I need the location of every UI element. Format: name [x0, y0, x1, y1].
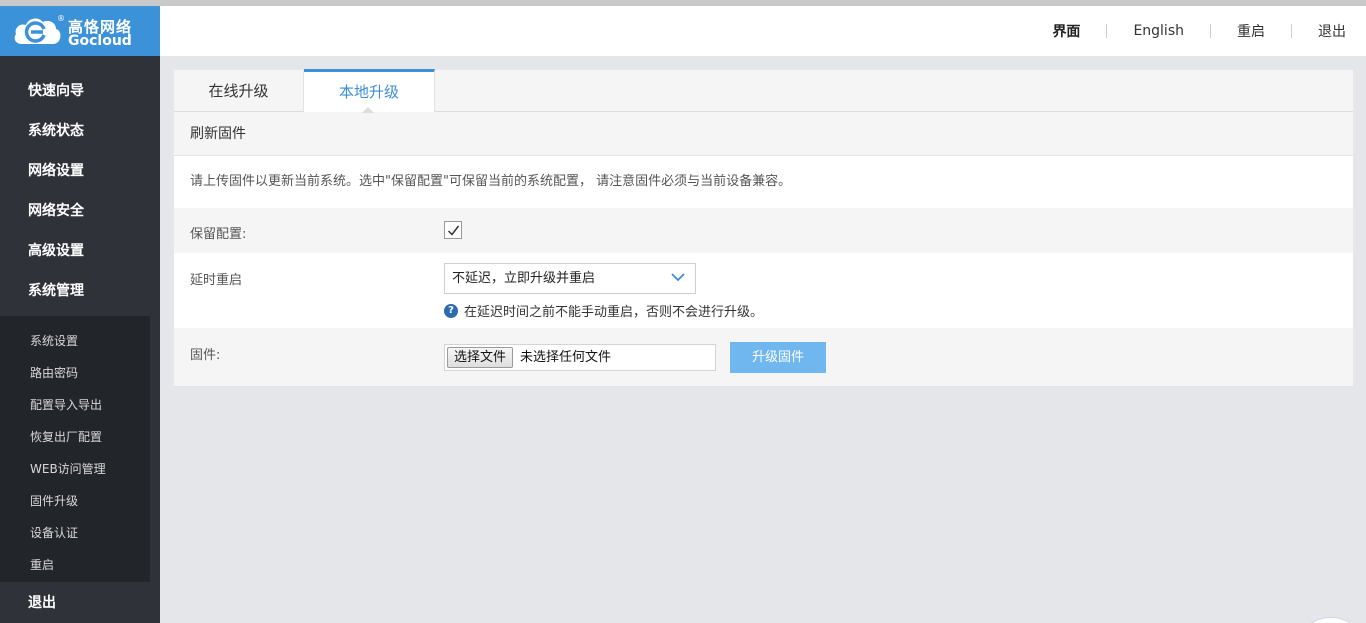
brand-name-en: Gocloud	[68, 33, 132, 49]
top-header: 界面 English 重启 退出	[160, 6, 1366, 56]
submenu-item-device-auth[interactable]: 设备认证	[0, 517, 150, 549]
checkmark-icon	[447, 225, 460, 236]
tab-bar: 在线升级 本地升级	[174, 69, 1353, 113]
sidebar-item-quick-wizard[interactable]: 快速向导	[0, 71, 160, 111]
delay-reboot-label: 延时重启	[190, 273, 243, 288]
brand-logo[interactable]: ® 高恪网络 Gocloud	[0, 6, 160, 56]
submenu-item-system-settings[interactable]: 系统设置	[0, 325, 150, 357]
tab-local-upgrade-label: 本地升级	[338, 83, 399, 101]
registered-mark: ®	[57, 14, 65, 23]
sidebar: 快速向导 系统状态 网络设置 网络安全 高级设置 系统管理 系统设置 路由密码 …	[0, 56, 160, 623]
firmware-panel: 在线升级 本地升级 刷新固件 请上传固件以更新当前系统。选中"保留配置"可保留当…	[173, 69, 1354, 386]
upgrade-firmware-button[interactable]: 升级固件	[730, 342, 826, 373]
sidebar-item-advanced-settings[interactable]: 高级设置	[0, 231, 160, 271]
delay-hint-text: 在延迟时间之前不能手动重启，否则不会进行升级。	[464, 305, 764, 320]
corner-widget[interactable]	[1306, 617, 1356, 623]
keep-config-row: 保留配置:	[174, 208, 1353, 253]
nav-logout[interactable]: 退出	[1292, 21, 1346, 41]
tab-online-upgrade[interactable]: 在线升级	[174, 70, 304, 112]
sidebar-item-logout[interactable]: 退出	[0, 583, 160, 623]
upload-notice: 请上传固件以更新当前系统。选中"保留配置"可保留当前的系统配置， 请注意固件必须…	[174, 156, 1353, 208]
submenu-item-web-access[interactable]: WEB访问管理	[0, 453, 150, 485]
nav-english[interactable]: English	[1107, 23, 1210, 39]
sidebar-submenu: 系统设置 路由密码 配置导入导出 恢复出厂配置 WEB访问管理 固件升级 设备认…	[0, 316, 150, 582]
file-status-text: 未选择任何文件	[520, 350, 612, 365]
sidebar-item-network-settings[interactable]: 网络设置	[0, 151, 160, 191]
tab-active-caret	[362, 107, 374, 113]
delay-hint: ? 在延迟时间之前不能手动重启，否则不会进行升级。	[444, 301, 763, 320]
submenu-item-firmware-upgrade[interactable]: 固件升级	[0, 485, 150, 517]
submenu-item-reboot[interactable]: 重启	[0, 549, 150, 581]
nav-interface[interactable]: 界面	[1026, 21, 1106, 41]
delay-reboot-value: 不延迟，立即升级并重启	[452, 271, 596, 286]
submenu-item-router-password[interactable]: 路由密码	[0, 357, 150, 389]
firmware-file-input[interactable]: 选择文件 未选择任何文件	[444, 344, 716, 371]
sidebar-item-system-status[interactable]: 系统状态	[0, 111, 160, 151]
delay-reboot-row: 延时重启 不延迟，立即升级并重启 ? 在延迟时间之前不能手动重启，否则不会进行升…	[174, 253, 1353, 328]
top-nav: 界面 English 重启 退出	[1026, 6, 1346, 56]
submenu-item-factory-reset[interactable]: 恢复出厂配置	[0, 421, 150, 453]
chevron-down-icon	[671, 273, 685, 282]
submenu-item-config-import-export[interactable]: 配置导入导出	[0, 389, 150, 421]
nav-reboot[interactable]: 重启	[1211, 21, 1291, 41]
cloud-logo-icon	[14, 18, 61, 44]
sidebar-item-network-security[interactable]: 网络安全	[0, 191, 160, 231]
sidebar-item-system-management[interactable]: 系统管理	[0, 271, 160, 311]
help-icon: ?	[444, 303, 458, 318]
firmware-row: 固件: 选择文件 未选择任何文件 升级固件	[174, 328, 1353, 386]
section-title: 刷新固件	[174, 112, 1353, 156]
keep-config-checkbox[interactable]	[444, 221, 462, 239]
firmware-label: 固件:	[190, 348, 221, 363]
tab-local-upgrade[interactable]: 本地升级	[304, 69, 435, 113]
delay-reboot-select[interactable]: 不延迟，立即升级并重启	[444, 263, 696, 294]
choose-file-button[interactable]: 选择文件	[447, 347, 514, 368]
keep-config-label: 保留配置:	[190, 227, 247, 242]
